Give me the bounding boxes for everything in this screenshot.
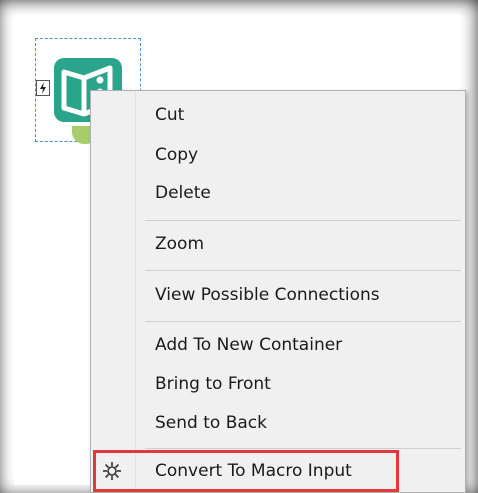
menu-item-delete[interactable]: Delete bbox=[91, 175, 465, 211]
lightning-icon bbox=[36, 80, 50, 96]
menu-separator bbox=[145, 321, 461, 322]
menu-item-zoom[interactable]: Zoom bbox=[91, 226, 465, 262]
menu-item-label: Copy bbox=[155, 145, 199, 165]
highlight-box bbox=[93, 450, 399, 492]
menu-item-view-possible-connections[interactable]: View Possible Connections bbox=[91, 277, 465, 313]
menu-item-label: Delete bbox=[155, 183, 211, 203]
menu-item-cut[interactable]: Cut bbox=[91, 97, 465, 133]
menu-item-send-to-back[interactable]: Send to Back bbox=[91, 405, 465, 441]
menu-separator bbox=[145, 220, 461, 221]
menu-item-bring-to-front[interactable]: Bring to Front bbox=[91, 366, 465, 402]
menu-item-label: Add To New Container bbox=[155, 335, 343, 355]
menu-item-copy[interactable]: Copy bbox=[91, 137, 465, 173]
menu-item-label: Zoom bbox=[155, 234, 205, 254]
menu-separator bbox=[145, 270, 461, 271]
menu-separator bbox=[145, 448, 461, 449]
menu-item-label: Send to Back bbox=[155, 413, 267, 433]
menu-item-label: Bring to Front bbox=[155, 374, 271, 394]
context-menu: Cut Copy Delete Zoom View Possible Conne… bbox=[90, 90, 466, 493]
menu-item-add-to-new-container[interactable]: Add To New Container bbox=[91, 327, 465, 363]
menu-item-label: Cut bbox=[155, 105, 185, 125]
menu-item-label: View Possible Connections bbox=[155, 285, 380, 305]
